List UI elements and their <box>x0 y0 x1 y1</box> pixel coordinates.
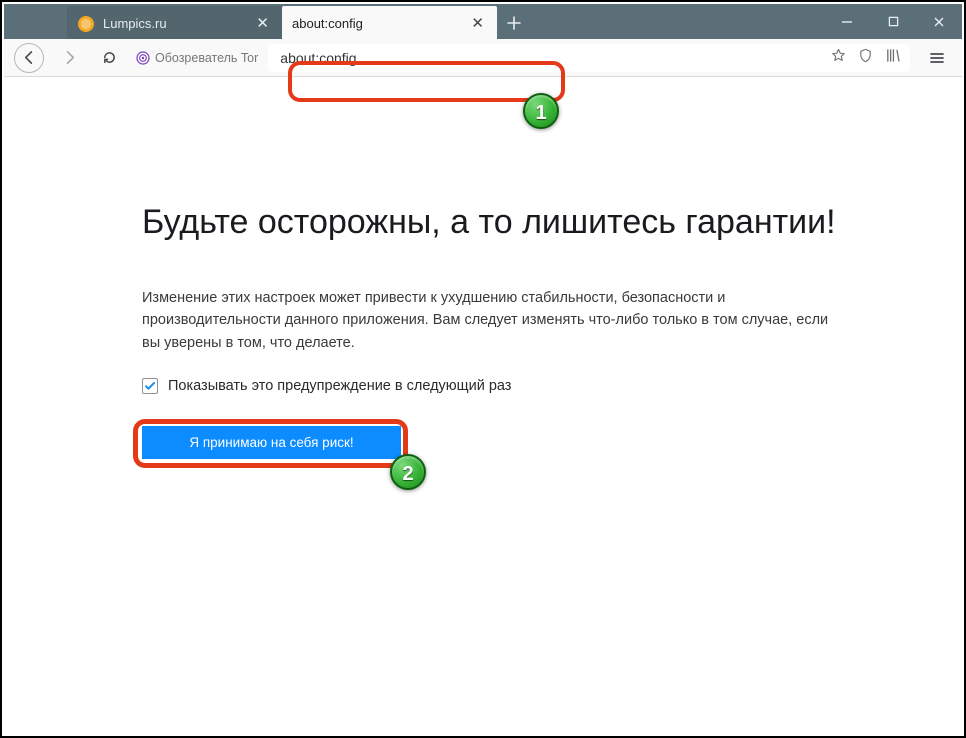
tab-lumpics-title: Lumpics.ru <box>103 16 167 31</box>
warning-body: Изменение этих настроек может привести к… <box>142 287 842 354</box>
nav-forward-button[interactable] <box>54 43 84 73</box>
show-warning-checkbox[interactable] <box>142 378 158 394</box>
about-config-warning: Будьте осторожны, а то лишитесь гарантии… <box>142 203 842 459</box>
tor-identity-label[interactable]: Обозреватель Tor <box>134 51 258 65</box>
tab-strip-spacer <box>4 4 67 39</box>
bookmark-star-icon[interactable] <box>827 44 850 72</box>
favicon-lumpics-icon <box>77 15 95 33</box>
app-menu-button[interactable] <box>922 43 952 73</box>
show-warning-checkbox-label: Показывать это предупреждение в следующи… <box>168 378 511 394</box>
nav-reload-button[interactable] <box>94 43 124 73</box>
onion-icon <box>136 51 150 65</box>
warning-heading: Будьте осторожны, а то лишитесь гарантии… <box>142 203 842 242</box>
shield-icon[interactable] <box>854 44 877 72</box>
url-input[interactable] <box>278 49 827 67</box>
toolbar: Обозреватель Tor <box>4 39 962 77</box>
address-bar[interactable] <box>268 44 910 72</box>
nav-back-button[interactable] <box>14 43 44 73</box>
window-controls <box>824 4 962 39</box>
tab-lumpics-close-icon[interactable]: ✕ <box>253 13 272 34</box>
browser-window: Lumpics.ru ✕ about:config ✕ <box>0 0 966 738</box>
accept-risk-button[interactable]: Я принимаю на себя риск! <box>142 426 401 459</box>
window-minimize-button[interactable] <box>824 4 870 39</box>
new-tab-button[interactable] <box>497 6 531 39</box>
window-close-button[interactable] <box>916 4 962 39</box>
tab-aboutconfig-title: about:config <box>292 16 363 31</box>
address-bar-actions <box>827 44 904 72</box>
title-bar: Lumpics.ru ✕ about:config ✕ <box>4 4 962 39</box>
tab-aboutconfig[interactable]: about:config ✕ <box>282 6 497 41</box>
tor-identity-text: Обозреватель Tor <box>155 51 258 65</box>
content-area: Будьте осторожны, а то лишитесь гарантии… <box>4 78 962 734</box>
library-icon[interactable] <box>881 44 904 72</box>
show-warning-checkbox-row[interactable]: Показывать это предупреждение в следующи… <box>142 378 842 394</box>
tab-lumpics[interactable]: Lumpics.ru ✕ <box>67 6 282 41</box>
window-maximize-button[interactable] <box>870 4 916 39</box>
tab-aboutconfig-close-icon[interactable]: ✕ <box>468 13 487 34</box>
